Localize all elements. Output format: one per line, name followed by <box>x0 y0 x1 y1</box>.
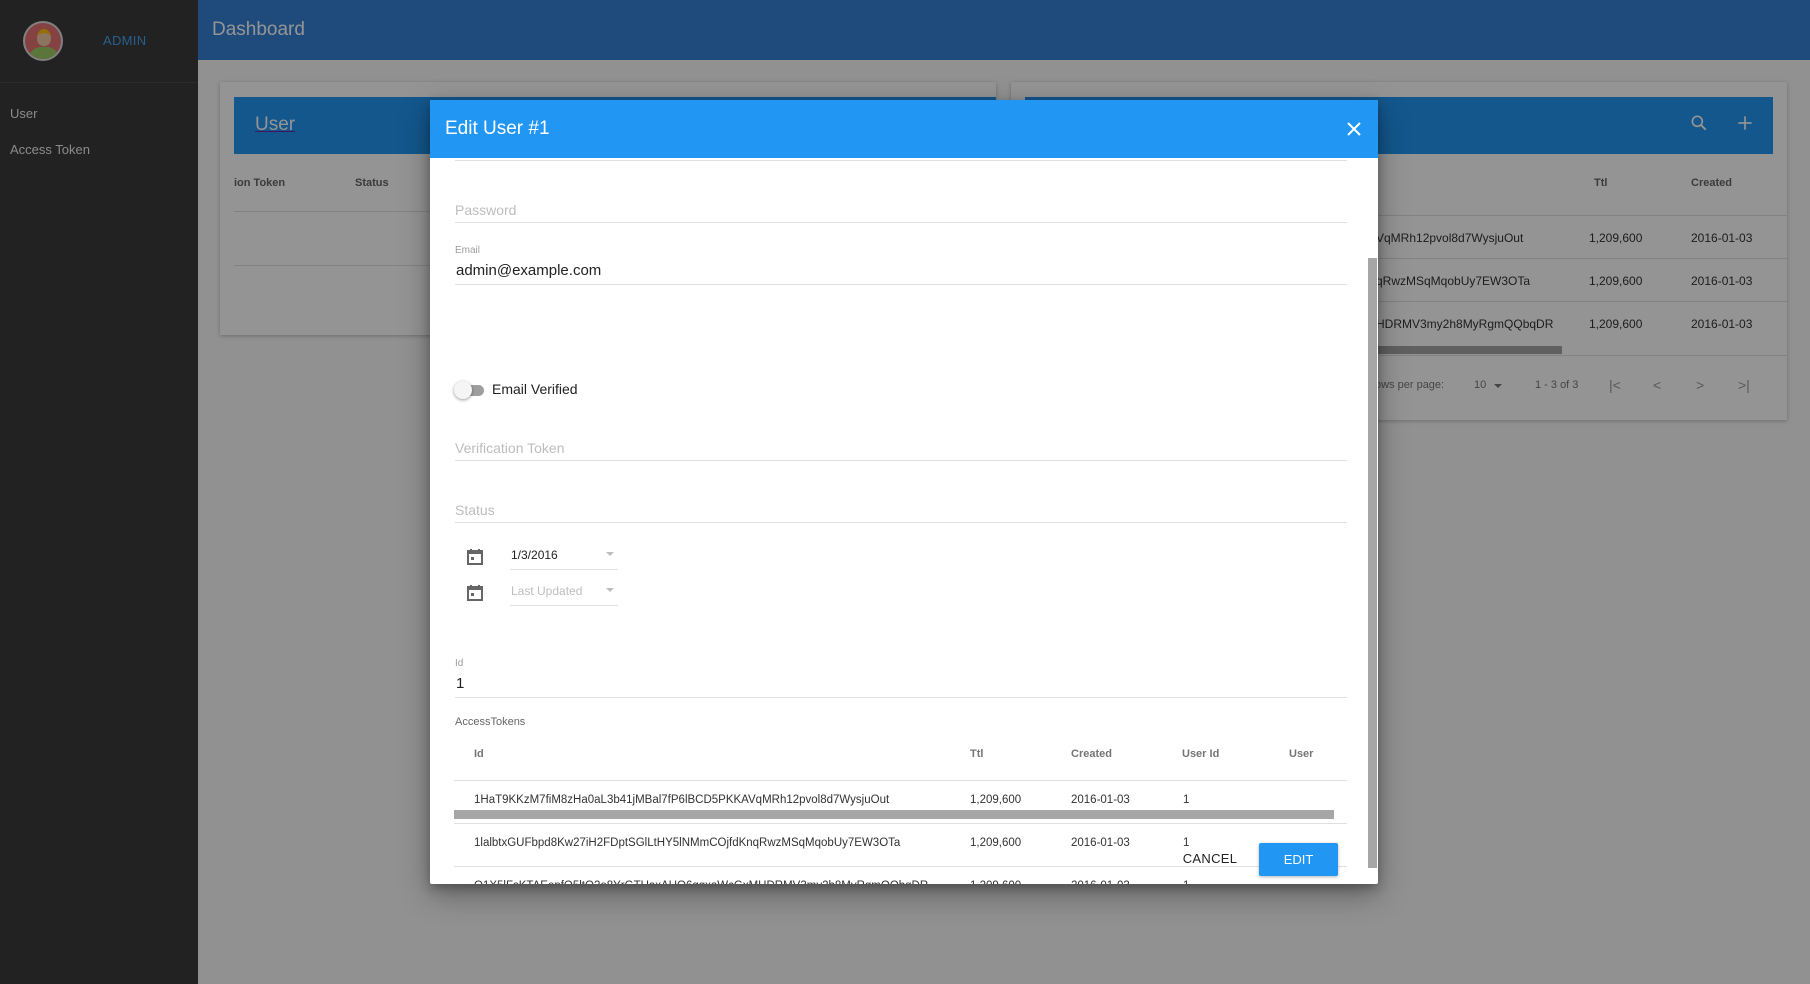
dialog-title: Edit User #1 <box>445 118 550 139</box>
email-label: Email <box>455 245 481 256</box>
dropdown-arrow-icon <box>606 588 614 592</box>
column-header-id[interactable]: Id <box>474 748 484 760</box>
id-input[interactable]: 1 <box>456 675 464 692</box>
email-verified-toggle[interactable] <box>454 380 486 400</box>
table-cell-user-id: 1 <box>1183 880 1189 884</box>
created-date-value: 1/3/2016 <box>511 548 558 562</box>
row-divider <box>454 780 1347 781</box>
table-cell-created: 2016-01-03 <box>1071 880 1130 884</box>
status-placeholder[interactable]: Status <box>455 502 495 518</box>
field-underline <box>455 222 1347 223</box>
column-header-user-id[interactable]: User Id <box>1182 748 1219 760</box>
field-underline <box>455 522 1347 523</box>
field-underline <box>455 460 1347 461</box>
email-verified-label[interactable]: Email Verified <box>492 381 578 397</box>
dialog-vertical-scrollbar[interactable] <box>1368 258 1377 868</box>
table-cell-ttl: 1,209,600 <box>970 837 1022 849</box>
field-underline <box>455 160 1347 161</box>
last-updated-picker[interactable]: Last Updated <box>510 578 618 606</box>
table-cell-id: O1X5lFsKTAEopfQ5ltO2o8YrGTUaxAUO6ggxaWcG… <box>474 880 928 884</box>
edit-user-dialog: Edit User #1 Password Email admin@exampl… <box>430 100 1378 884</box>
calendar-icon[interactable] <box>466 584 484 602</box>
close-icon[interactable] <box>1340 115 1368 143</box>
dropdown-arrow-icon <box>606 552 614 556</box>
access-tokens-label: AccessTokens <box>455 716 526 728</box>
table-cell-user-id: 1 <box>1183 794 1190 806</box>
last-updated-placeholder: Last Updated <box>511 584 583 598</box>
table-cell-ttl: 1,209,600 <box>970 880 1021 884</box>
dialog-header: Edit User #1 <box>430 100 1378 158</box>
password-placeholder[interactable]: Password <box>455 202 516 218</box>
created-date-picker[interactable]: 1/3/2016 <box>510 542 618 570</box>
calendar-icon[interactable] <box>466 548 484 566</box>
field-underline <box>455 697 1347 698</box>
table-horizontal-scrollbar[interactable] <box>454 810 1334 819</box>
email-input[interactable]: admin@example.com <box>456 262 601 279</box>
table-cell-id: 1lalbtxGUFbpd8Kw27iH2FDptSGlLtHY5lNMmCOj… <box>474 837 901 849</box>
table-cell-ttl: 1,209,600 <box>970 794 1022 806</box>
id-label: Id <box>455 658 464 669</box>
edit-button[interactable]: EDIT <box>1259 843 1338 876</box>
column-header-user[interactable]: User <box>1289 748 1313 760</box>
column-header-ttl[interactable]: Ttl <box>970 748 983 760</box>
column-header-created[interactable]: Created <box>1071 748 1112 760</box>
dialog-body: Password Email admin@example.com Email V… <box>430 158 1378 884</box>
table-cell-created: 2016-01-03 <box>1071 837 1130 849</box>
toggle-thumb[interactable] <box>454 381 472 399</box>
field-underline <box>455 284 1347 285</box>
row-divider <box>454 823 1347 824</box>
verification-token-placeholder[interactable]: Verification Token <box>455 440 564 456</box>
table-cell-created: 2016-01-03 <box>1071 794 1130 806</box>
cancel-button[interactable]: CANCEL <box>1170 842 1250 876</box>
table-cell-id: 1HaT9KKzM7fiM8zHa0aL3b41jMBal7fP6lBCD5PK… <box>474 794 890 806</box>
